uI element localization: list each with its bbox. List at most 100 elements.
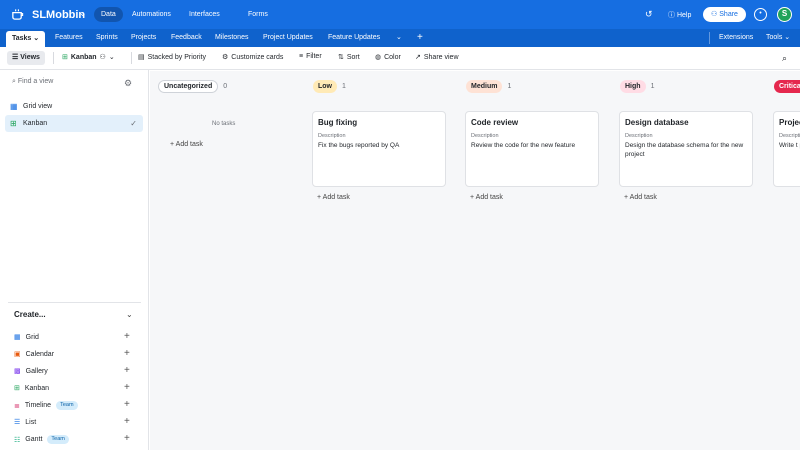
customize-cards-button[interactable]: ⚙ Customize cards (222, 53, 284, 62)
topnav-automations[interactable]: Automations (125, 7, 178, 22)
column-header: Critical (774, 80, 800, 93)
task-card[interactable]: Design database Description Design the d… (619, 111, 753, 187)
gear-icon[interactable]: ⚙ (124, 78, 132, 89)
views-sidebar: ⌕ Find a view ⚙ ▦ Grid view ⊞ Kanban ✓ Crea… (0, 70, 149, 450)
customize-icon: ⚙ (222, 54, 229, 61)
card-description: Review the code for the new feature (471, 142, 576, 149)
kanban-column: Critical Project Description Write t pro… (766, 71, 800, 450)
find-view-placeholder: Find a view (17, 78, 54, 85)
view-switcher-button[interactable]: ⊞ Kanban ⚇ ⌄ (62, 53, 115, 62)
create-gantt[interactable]: ☷ Gantt Team (14, 435, 134, 444)
create-section-title[interactable]: Create... (14, 310, 46, 319)
sort-icon: ⇅ (338, 54, 344, 61)
gantt-icon: ☷ (14, 436, 21, 444)
plus-icon[interactable]: + (124, 416, 130, 427)
card-description: Fix the bugs reported by QA (318, 142, 400, 149)
create-label: Gantt (25, 436, 43, 443)
share-label: Share (719, 11, 738, 18)
app-name[interactable]: SLMobbin (32, 9, 85, 21)
task-card[interactable]: Project Description Write t project (773, 111, 800, 187)
add-task-button[interactable]: + Add task (624, 194, 657, 201)
create-timeline[interactable]: ≣ Timeline Team (14, 401, 134, 410)
tab-features[interactable]: Features (55, 29, 83, 47)
find-view-input[interactable]: ⌕ Find a view (12, 78, 53, 86)
topnav-interfaces[interactable]: Interfaces (182, 7, 227, 22)
kanban-icon: ⊞ (10, 119, 17, 128)
create-gallery[interactable]: ▩ Gallery (14, 367, 134, 376)
extensions-button[interactable]: Extensions (719, 29, 753, 47)
avatar[interactable]: S (777, 7, 792, 22)
plus-icon[interactable]: + (124, 365, 130, 376)
filter-label: Filter (306, 53, 322, 60)
add-task-button[interactable]: + Add task (170, 141, 203, 148)
sidebar-view-grid[interactable]: ▦ Grid view (5, 98, 143, 115)
app-logo-icon[interactable] (11, 8, 24, 21)
create-list[interactable]: ☰ List (14, 418, 134, 427)
tab-feature-updates[interactable]: Feature Updates (328, 29, 380, 47)
filter-button[interactable]: ≡ Filter (299, 53, 322, 60)
sidebar-view-label: Grid view (23, 103, 53, 110)
color-icon: ◍ (375, 54, 382, 61)
tab-milestones[interactable]: Milestones (215, 29, 248, 47)
add-task-button[interactable]: + Add task (470, 194, 503, 201)
stack-icon: ▤ (138, 54, 145, 61)
tab-tasks[interactable]: Tasks ⌄ (6, 31, 46, 47)
plus-icon[interactable]: + (124, 433, 130, 444)
check-icon: ✓ (130, 119, 137, 128)
search-icon[interactable]: ⌕ (782, 53, 787, 64)
customize-label: Customize cards (231, 53, 284, 61)
kanban-board: Uncategorized 0 No tasks + Add task Low … (150, 71, 800, 450)
tabs-more-chevron-icon[interactable]: ⌄ (396, 29, 402, 47)
plus-icon[interactable]: + (124, 331, 130, 342)
create-grid[interactable]: ▦ Grid (14, 333, 134, 342)
hamburger-icon: ☰ (12, 54, 19, 61)
views-toggle-button[interactable]: ☰ Views (7, 51, 45, 65)
filter-icon: ≡ (299, 53, 304, 60)
topnav-forms[interactable]: Forms (241, 7, 275, 22)
tab-project-updates[interactable]: Project Updates (263, 29, 313, 47)
search-icon: ⌕ (12, 78, 16, 85)
notifications-icon[interactable]: • (754, 8, 767, 21)
column-title: Low (313, 80, 337, 93)
collaborators-icon: ⚇ (99, 54, 106, 61)
plus-icon[interactable]: + (124, 382, 130, 393)
task-card[interactable]: Code review Description Review the code … (465, 111, 599, 187)
share-button[interactable]: ⚇ Share (703, 7, 746, 22)
grid-icon: ▦ (10, 102, 18, 111)
color-button[interactable]: ◍ Color (375, 53, 401, 62)
column-title: Critical (774, 80, 800, 93)
kanban-column: Low 1 Bug fixing Description Fix the bug… (305, 71, 453, 450)
card-title: Design database (625, 118, 689, 127)
chevron-down-icon[interactable]: ⌄ (79, 8, 87, 19)
task-card[interactable]: Bug fixing Description Fix the bugs repo… (312, 111, 446, 187)
sidebar-view-kanban[interactable]: ⊞ Kanban ✓ (5, 115, 143, 132)
help-button[interactable]: ⓘ Help (668, 10, 691, 20)
plus-icon[interactable]: + (124, 348, 130, 359)
stacked-by-button[interactable]: ▤ Stacked by Priority (138, 53, 206, 62)
topnav-data[interactable]: Data (94, 7, 123, 22)
column-header: High 1 (620, 80, 654, 93)
create-calendar[interactable]: ▣ Calendar (14, 350, 134, 359)
gallery-icon: ▩ (14, 368, 21, 375)
create-kanban[interactable]: ⊞ Kanban (14, 384, 134, 393)
plus-icon[interactable]: + (124, 399, 130, 410)
tools-button[interactable]: Tools ⌄ (766, 29, 790, 47)
add-table-icon[interactable]: + (417, 29, 423, 47)
add-task-button[interactable]: + Add task (317, 194, 350, 201)
create-label: Kanban (24, 384, 50, 392)
card-field-label: Description (779, 133, 800, 139)
add-task-label: Add task (175, 141, 203, 148)
history-icon[interactable]: ↺ (645, 9, 653, 20)
share-view-button[interactable]: ↗ Share view (415, 53, 459, 62)
team-badge: Team (47, 435, 69, 444)
tab-sprints[interactable]: Sprints (96, 29, 118, 47)
plus-icon: + (470, 194, 475, 201)
chevron-down-icon[interactable]: ⌄ (126, 310, 133, 319)
column-header: Medium 1 (466, 80, 511, 93)
card-title: Project (779, 118, 800, 127)
sort-button[interactable]: ⇅ Sort (338, 53, 360, 62)
tab-projects[interactable]: Projects (131, 29, 156, 47)
calendar-icon: ▣ (14, 351, 21, 358)
toolbar-divider (53, 52, 54, 64)
tab-feedback[interactable]: Feedback (171, 29, 202, 47)
